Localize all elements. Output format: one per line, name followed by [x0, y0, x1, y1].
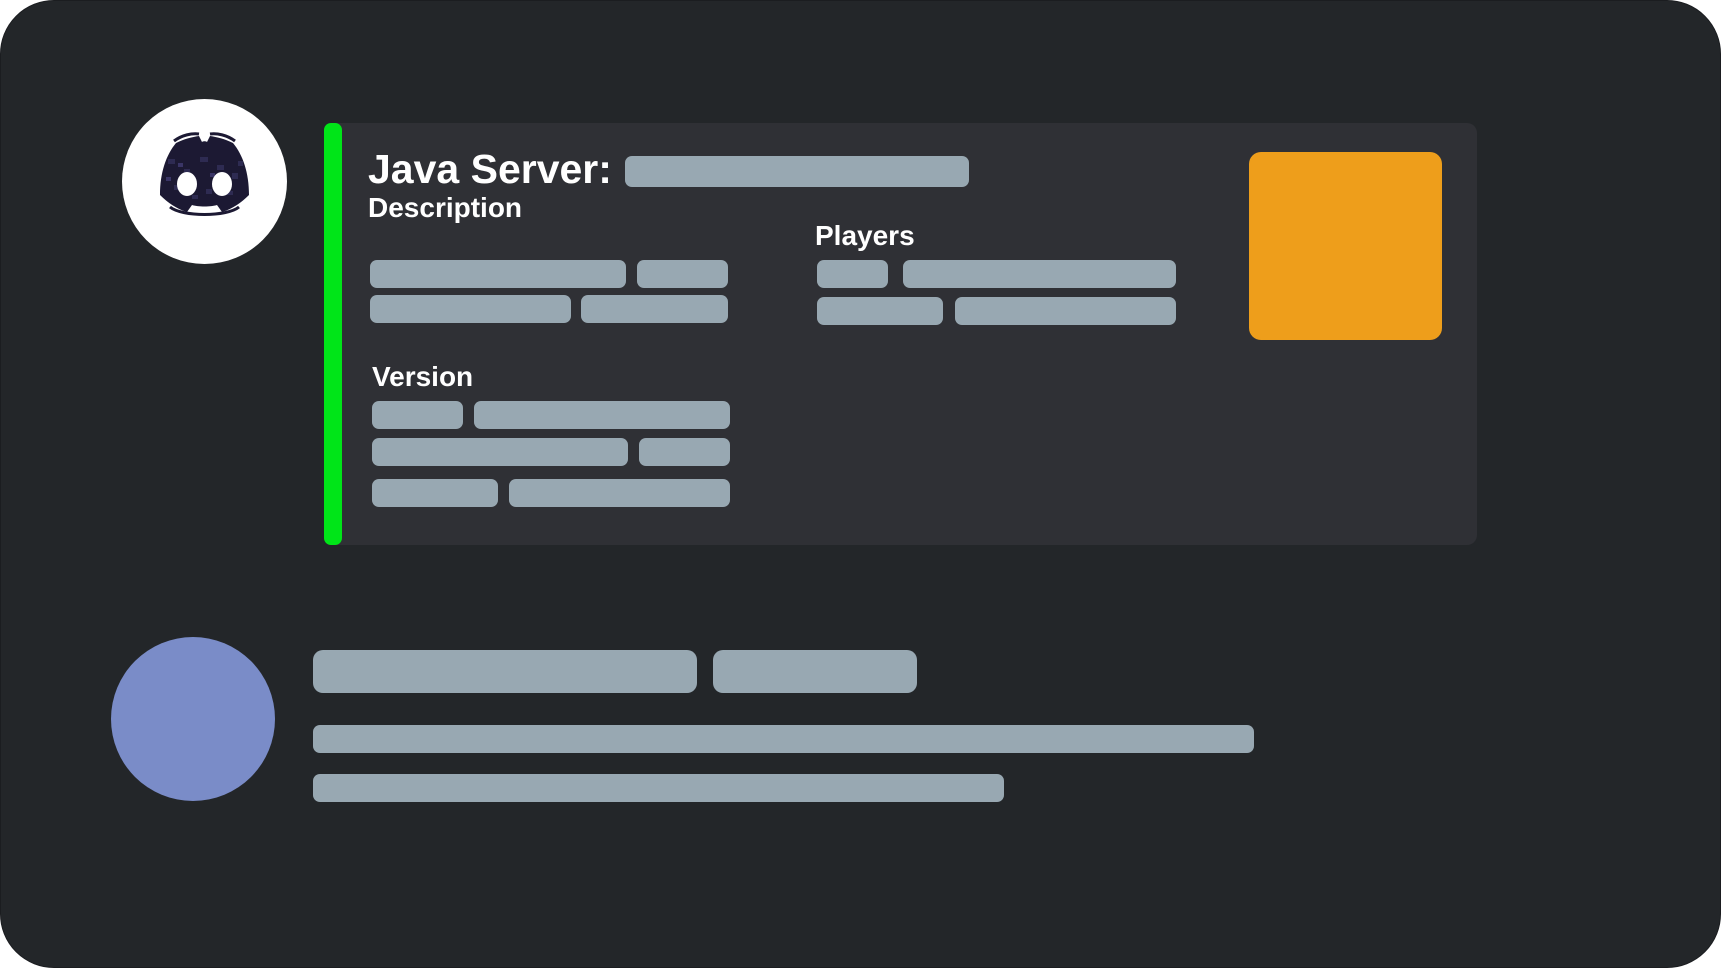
embed-accent-bar — [324, 123, 342, 545]
description-placeholder — [637, 260, 728, 288]
description-placeholder — [370, 260, 626, 288]
field-version-label: Version — [372, 361, 474, 392]
user-avatar[interactable] — [111, 637, 275, 801]
version-placeholder — [509, 479, 730, 507]
description-placeholder — [581, 295, 728, 323]
version-placeholder — [639, 438, 730, 466]
field-players-label: Players — [815, 220, 915, 251]
players-placeholder — [817, 297, 943, 325]
timestamp-placeholder — [713, 650, 917, 693]
discord-message-mockup: Java Server: Description Players Version — [0, 0, 1721, 968]
field-description-label: Description — [368, 192, 523, 223]
username-placeholder[interactable] — [313, 650, 697, 693]
message-line-placeholder — [313, 725, 1254, 753]
version-placeholder — [474, 401, 730, 429]
embed-title: Java Server: — [368, 146, 612, 192]
version-placeholder — [372, 479, 498, 507]
message-line-placeholder — [313, 774, 1004, 802]
discord-logo-icon — [160, 132, 249, 216]
version-placeholder — [372, 401, 463, 429]
bot-avatar[interactable] — [122, 99, 287, 264]
description-placeholder — [370, 295, 571, 323]
server-address-placeholder — [625, 156, 969, 187]
players-placeholder — [955, 297, 1176, 325]
players-placeholder — [903, 260, 1176, 288]
version-placeholder — [372, 438, 628, 466]
players-placeholder — [817, 260, 888, 288]
server-icon-thumbnail[interactable] — [1249, 152, 1442, 340]
